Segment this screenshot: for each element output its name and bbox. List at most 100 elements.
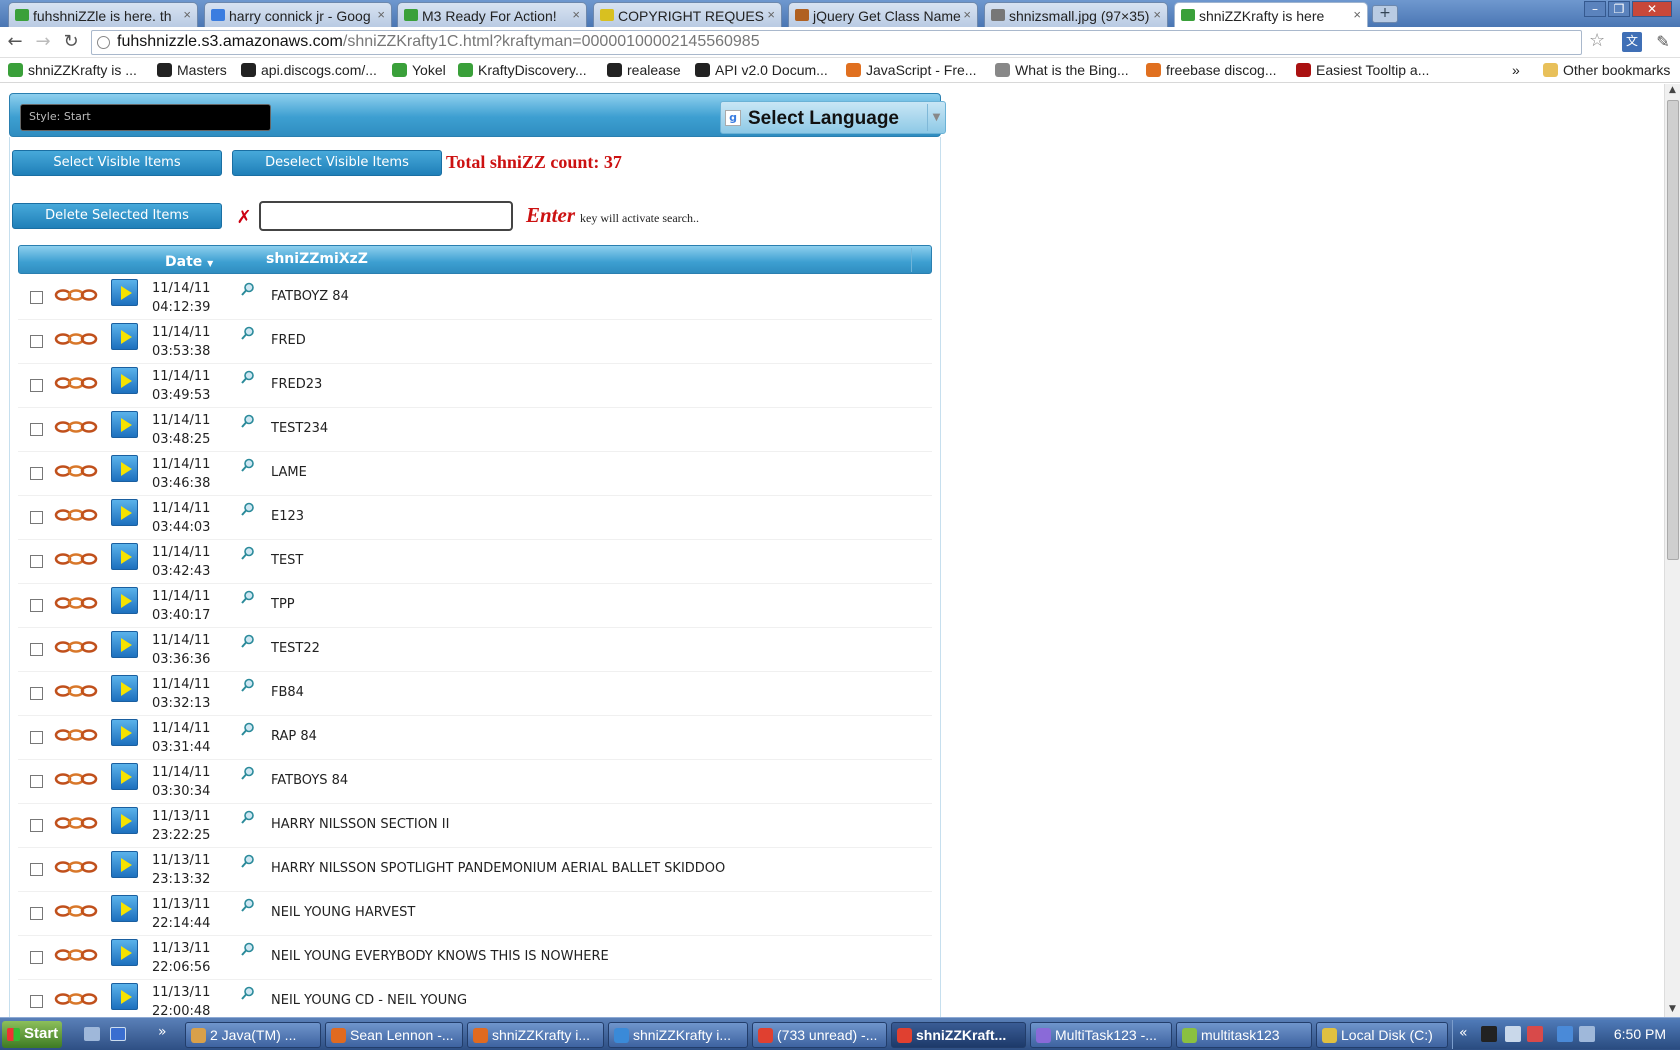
maximize-button[interactable]: ❐ (1608, 1, 1630, 17)
bookmark-item[interactable]: realease (607, 62, 681, 78)
magnifier-icon[interactable] (241, 810, 255, 824)
link-chain-icon[interactable] (54, 330, 98, 348)
magnifier-icon[interactable] (241, 502, 255, 516)
scroll-down-icon[interactable]: ▼ (1667, 1004, 1678, 1016)
browser-tab[interactable]: jQuery Get Class Name × (788, 2, 978, 27)
close-tab-icon[interactable]: × (1153, 7, 1161, 22)
row-checkbox[interactable] (30, 555, 43, 568)
browser-tab[interactable]: COPYRIGHT REQUES × (593, 2, 782, 27)
taskbar-button[interactable]: shniZZKraft... (891, 1022, 1026, 1048)
row-checkbox[interactable] (30, 907, 43, 920)
row-name[interactable]: NEIL YOUNG CD - NEIL YOUNG (271, 993, 467, 1008)
magnifier-icon[interactable] (241, 546, 255, 560)
magnifier-icon[interactable] (241, 282, 255, 296)
close-tab-icon[interactable]: × (572, 7, 580, 22)
link-chain-icon[interactable] (54, 374, 98, 392)
browser-tab[interactable]: fuhshniZZle is here. th × (8, 2, 198, 27)
security-icon[interactable] (1527, 1026, 1543, 1042)
play-icon[interactable] (111, 807, 138, 834)
row-checkbox[interactable] (30, 951, 43, 964)
row-name[interactable]: FRED23 (271, 377, 322, 392)
row-name[interactable]: NEIL YOUNG HARVEST (271, 905, 415, 920)
row-checkbox[interactable] (30, 291, 43, 304)
minimize-button[interactable]: – (1584, 1, 1606, 17)
magnifier-icon[interactable] (241, 326, 255, 340)
row-name[interactable]: TEST22 (271, 641, 320, 656)
row-name[interactable]: E123 (271, 509, 304, 524)
reload-icon[interactable]: ↻ (60, 31, 82, 53)
bookmark-item[interactable]: Easiest Tooltip a... (1296, 62, 1429, 78)
play-icon[interactable] (111, 367, 138, 394)
row-name[interactable]: TPP (271, 597, 295, 612)
style-selector[interactable]: Style: Start (20, 104, 271, 131)
play-icon[interactable] (111, 939, 138, 966)
link-chain-icon[interactable] (54, 682, 98, 700)
show-desktop-icon[interactable] (110, 1027, 126, 1041)
taskbar-button[interactable]: Sean Lennon -... (325, 1022, 463, 1048)
other-bookmarks-folder[interactable]: Other bookmarks (1543, 62, 1670, 78)
bookmark-item[interactable]: JavaScript - Fre... (846, 62, 976, 78)
magnifier-icon[interactable] (241, 766, 255, 780)
row-checkbox[interactable] (30, 819, 43, 832)
link-chain-icon[interactable] (54, 990, 98, 1008)
magnifier-icon[interactable] (241, 898, 255, 912)
volume-icon[interactable] (1505, 1026, 1521, 1042)
start-button[interactable]: Start (2, 1021, 62, 1048)
bookmark-item[interactable]: Masters (157, 62, 227, 78)
bookmark-item[interactable]: KraftyDiscovery... (458, 62, 587, 78)
close-window-button[interactable]: ✕ (1632, 1, 1672, 17)
browser-tab[interactable]: shnizsmall.jpg (97×35) × (984, 2, 1168, 27)
scroll-thumb[interactable] (1667, 100, 1679, 560)
link-chain-icon[interactable] (54, 506, 98, 524)
play-icon[interactable] (111, 499, 138, 526)
scroll-up-icon[interactable]: ▲ (1667, 85, 1678, 97)
row-checkbox[interactable] (30, 775, 43, 788)
play-icon[interactable] (111, 763, 138, 790)
link-chain-icon[interactable] (54, 550, 98, 568)
row-checkbox[interactable] (30, 467, 43, 480)
row-checkbox[interactable] (30, 863, 43, 876)
link-chain-icon[interactable] (54, 462, 98, 480)
close-tab-icon[interactable]: × (767, 7, 775, 22)
row-checkbox[interactable] (30, 731, 43, 744)
bookmark-item[interactable]: freebase discog... (1146, 62, 1277, 78)
camera-icon[interactable] (1481, 1026, 1497, 1042)
row-name[interactable]: TEST (271, 553, 303, 568)
bookmark-item[interactable]: api.discogs.com/... (241, 62, 377, 78)
row-name[interactable]: HARRY NILSSON SECTION II (271, 817, 449, 832)
deselect-visible-button[interactable]: Deselect Visible Items (232, 150, 442, 176)
magnifier-icon[interactable] (241, 370, 255, 384)
row-name[interactable]: HARRY NILSSON SPOTLIGHT PANDEMONIUM AERI… (271, 861, 725, 876)
close-tab-icon[interactable]: × (183, 7, 191, 22)
address-bar[interactable]: fuhshnizzle.s3.amazonaws.com/shniZZKraft… (91, 30, 1582, 55)
back-icon[interactable]: ← (4, 31, 26, 53)
row-name[interactable]: FATBOYS 84 (271, 773, 348, 788)
row-checkbox[interactable] (30, 379, 43, 392)
link-chain-icon[interactable] (54, 902, 98, 920)
play-icon[interactable] (111, 543, 138, 570)
row-checkbox[interactable] (30, 995, 43, 1008)
tray-expand-icon[interactable]: « (1459, 1025, 1468, 1041)
page-info-icon[interactable] (97, 36, 110, 49)
magnifier-icon[interactable] (241, 458, 255, 472)
link-chain-icon[interactable] (54, 418, 98, 436)
play-icon[interactable] (111, 411, 138, 438)
bookmark-star-icon[interactable]: ☆ (1589, 30, 1605, 51)
play-icon[interactable] (111, 323, 138, 350)
forward-icon[interactable]: → (32, 31, 54, 53)
row-name[interactable]: TEST234 (271, 421, 328, 436)
taskbar-button[interactable]: MultiTask123 -... (1030, 1022, 1172, 1048)
link-chain-icon[interactable] (54, 814, 98, 832)
row-name[interactable]: FB84 (271, 685, 304, 700)
browser-tab[interactable]: harry connick jr - Goog × (204, 2, 392, 27)
bookmark-item[interactable]: shniZZKrafty is ... (8, 62, 137, 78)
network-icon[interactable] (1557, 1026, 1573, 1042)
column-header-name[interactable]: shniZZmiXzZ (266, 251, 368, 267)
row-checkbox[interactable] (30, 423, 43, 436)
play-icon[interactable] (111, 851, 138, 878)
row-name[interactable]: FATBOYZ 84 (271, 289, 349, 304)
link-chain-icon[interactable] (54, 946, 98, 964)
select-language-dropdown[interactable]: g Select Language ▼ (720, 101, 946, 134)
quick-launch-overflow-icon[interactable]: » (158, 1024, 167, 1040)
browser-tab[interactable]: shniZZKrafty is here × (1174, 2, 1368, 27)
